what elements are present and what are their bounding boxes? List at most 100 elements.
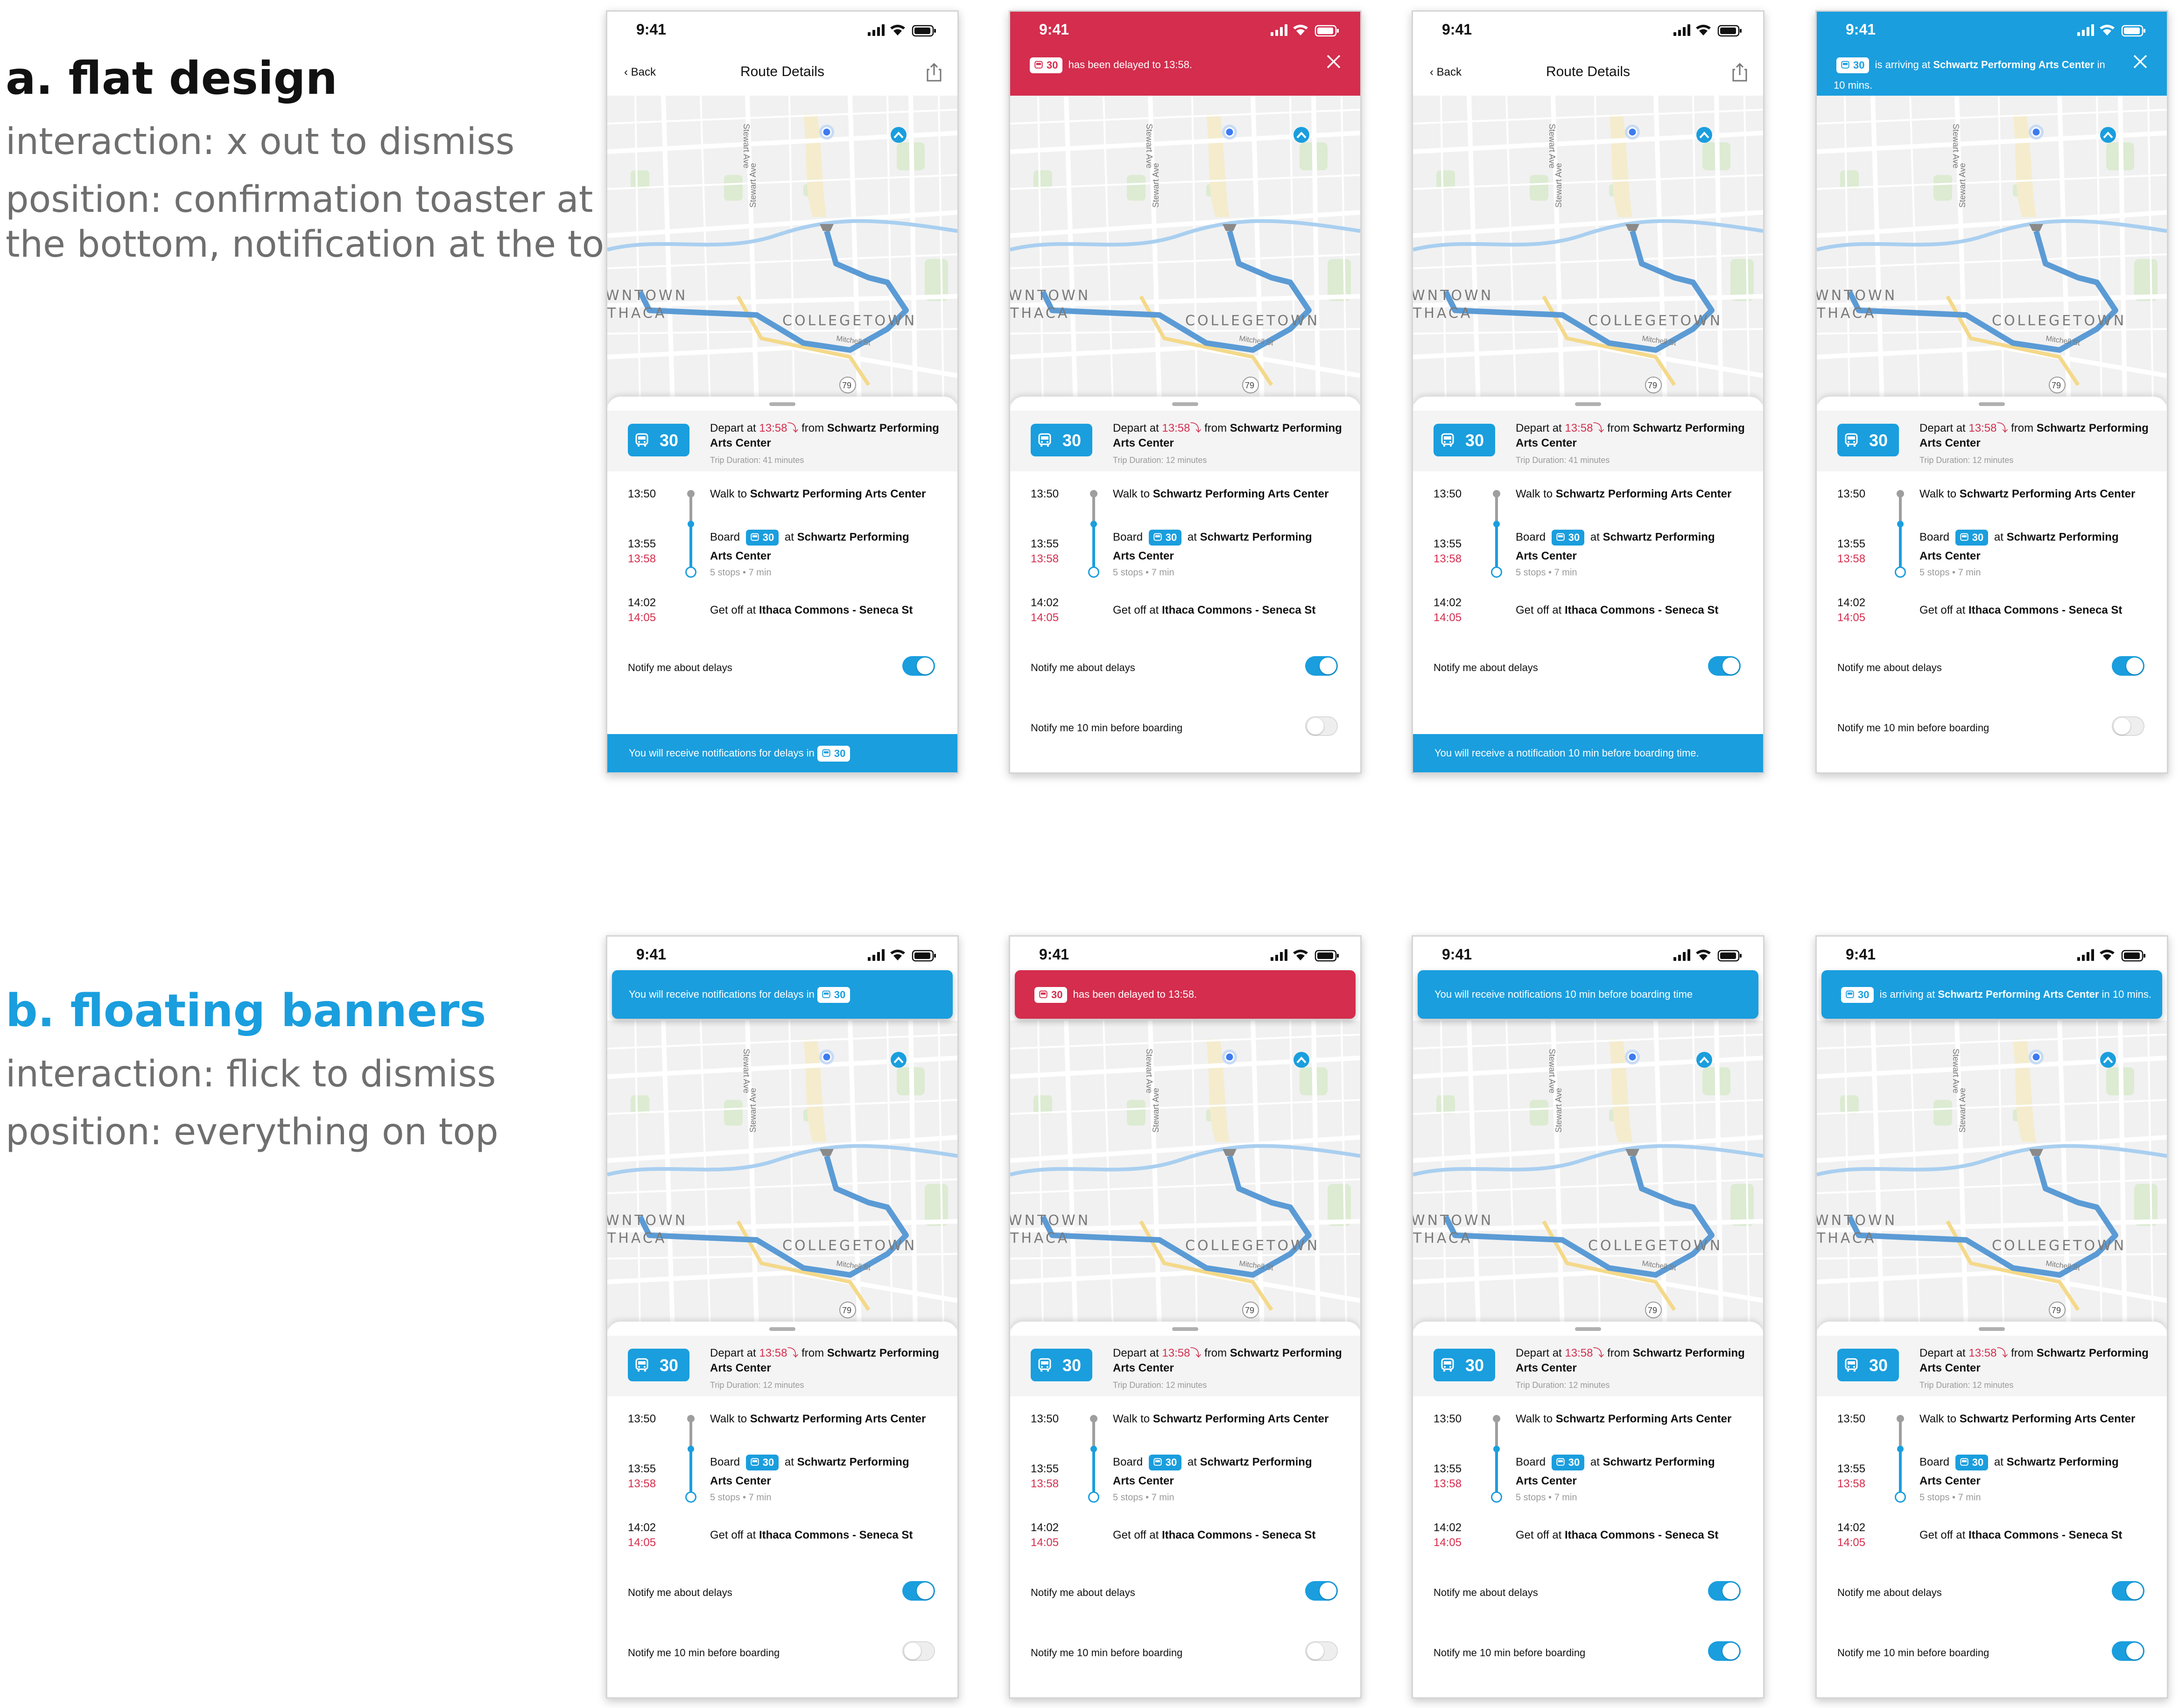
map-view[interactable]: WNTOWN THACA COLLEGETOWN Stewart Ave Ste… [607,1021,957,1329]
notify-delays-toggle[interactable] [2112,1581,2144,1601]
step3-time: 14:02 [1837,596,1866,609]
sheet-grabber[interactable] [1172,1327,1198,1331]
step1-text: Walk to Schwartz Performing Arts Center [1516,488,1732,500]
notify-delays-toggle[interactable] [1708,1581,1741,1601]
bus-line [689,524,692,572]
sheet-grabber[interactable] [1979,1327,2005,1331]
floating-banner-10min[interactable]: You will receive notifications 10 min be… [1418,970,1758,1019]
status-time: 9:41 [1039,21,1069,38]
route-sheet: 30 Depart at 13:58⤵ from Schwartz Perfor… [1413,1322,1763,1697]
notify-delays-toggle[interactable] [1305,1581,1338,1601]
trip-summary: 30 Depart at 13:58⤵ from Schwartz Perfor… [607,1336,957,1396]
trip-summary: 30 Depart at 13:58⤵ from Schwartz Perfor… [1413,411,1763,471]
notify-10min-label: Notify me 10 min before boarding [1031,1647,1183,1659]
map-label-downtown: WNTOWN [607,287,688,304]
depart-info: Depart at 13:58⤵ from Schwartz Performin… [1516,421,1754,451]
map-label-downtown: WNTOWN [1817,287,1897,304]
step3-text: Get off at Ithaca Commons - Seneca St [1516,1529,1719,1541]
step1-time: 13:50 [1837,1413,1866,1425]
step3-time: 14:02 [1031,596,1059,609]
confirmation-toaster[interactable]: You will receive notifications for delay… [607,734,957,772]
bus-icon [635,1358,648,1372]
notify-delays-toggle[interactable] [1305,656,1338,676]
map-label-ithaca: THACA [1817,305,1876,322]
bus-line [1495,1449,1498,1497]
step3-text: Get off at Ithaca Commons - Seneca St [1113,604,1316,616]
depart-time: 13:58 [759,1347,787,1359]
trip-duration: Trip Duration: 41 minutes [710,455,804,465]
step3-time-delayed: 14:05 [1031,611,1059,624]
route-sheet: 30 Depart at 13:58⤵ from Schwartz Perfor… [1010,397,1360,772]
step2-text: Board 30 at Schwartz Performing [1919,1455,2119,1470]
close-icon[interactable] [1326,54,1342,70]
step3-text: Get off at Ithaca Commons - Seneca St [1919,604,2123,616]
notify-10min-toggle[interactable] [1305,716,1338,736]
step1-time: 13:50 [1031,488,1059,500]
bus-pill: 30 [817,746,851,762]
sheet-grabber[interactable] [1172,402,1198,406]
share-icon[interactable] [1731,62,1748,83]
walk-line [1495,494,1498,524]
notify-10min-toggle[interactable] [2112,716,2144,736]
notify-delays-toggle[interactable] [1708,656,1741,676]
floating-banner-delayed[interactable]: 30 has been delayed to 13:58. [1015,970,1356,1019]
sheet-grabber[interactable] [769,1327,795,1331]
map-view[interactable]: WNTOWN THACA COLLEGETOWN Stewart Ave Ste… [1817,96,2167,404]
depart-time: 13:58 [1162,422,1190,434]
map-label-downtown: WNTOWN [607,1212,688,1229]
map-view[interactable]: WNTOWN THACA COLLEGETOWN Stewart Ave Ste… [1010,96,1360,404]
map-route-shield: 79 [842,381,851,390]
step1-time: 13:50 [1031,1413,1059,1425]
sheet-grabber[interactable] [1575,1327,1601,1331]
floating-banner-arriving[interactable]: 30 is arriving at Schwartz Performing Ar… [1821,970,2162,1019]
alight-dot [1088,567,1099,578]
sheet-grabber[interactable] [1575,402,1601,406]
confirmation-toaster[interactable]: You will receive a notification 10 min b… [1413,734,1763,772]
walk-line [1092,494,1095,524]
status-icons [2077,949,2145,962]
bus-number: 30 [1869,1356,1888,1375]
map-label-collegetown: COLLEGETOWN [782,313,917,329]
sheet-grabber[interactable] [769,402,795,406]
map-view[interactable]: WNTOWN THACA COLLEGETOWN Stewart Ave Ste… [1817,1021,2167,1329]
bus-badge: 30 [1837,424,1899,456]
share-icon[interactable] [926,62,942,83]
step2-meta: 5 stops • 7 min [1919,567,1981,578]
close-icon[interactable] [2132,54,2148,70]
nav-header: ‹ Back Route Details [607,49,957,96]
notify-10min-toggle[interactable] [1708,1641,1741,1661]
step1-text: Walk to Schwartz Performing Arts Center [1113,1413,1329,1425]
realtime-icon: ⤵ [787,1347,799,1359]
depart-time: 13:58 [1968,422,1997,434]
notify-delays-toggle[interactable] [2112,656,2144,676]
depart-info: Depart at 13:58⤵ from Schwartz Performin… [1516,1346,1754,1376]
bus-pill: 30 [1836,57,1870,74]
depart-info: Depart at 13:58⤵ from Schwartz Performin… [1113,1346,1351,1376]
status-icons [1673,24,1742,37]
step2-time: 13:55 [1837,1463,1866,1475]
trip-summary: 30 Depart at 13:58⤵ from Schwartz Perfor… [1817,411,2167,471]
depart-prefix: Depart at [710,1347,759,1359]
map-view[interactable]: WNTOWN THACA COLLEGETOWN Stewart Ave Ste… [1413,1021,1763,1329]
step3-time-delayed: 14:05 [1031,1536,1059,1549]
notify-delays-toggle[interactable] [902,1581,935,1601]
map-view[interactable]: WNTOWN THACA COLLEGETOWN Stewart Ave Ste… [607,96,957,404]
notify-10min-label: Notify me 10 min before boarding [628,1647,780,1659]
notify-10min-toggle[interactable] [2112,1641,2144,1661]
depart-info: Depart at 13:58⤵ from Schwartz Performin… [710,1346,948,1376]
notify-delays-toggle[interactable] [902,656,935,676]
step2-time-delayed: 13:58 [1031,1477,1059,1490]
floating-banner-delays[interactable]: You will receive notifications for delay… [612,970,953,1019]
map-label-ithaca: THACA [607,1230,667,1246]
notify-10min-toggle[interactable] [902,1641,935,1661]
sheet-grabber[interactable] [1979,402,2005,406]
step2-time-delayed: 13:58 [1031,553,1059,565]
map-view[interactable]: WNTOWN THACA COLLEGETOWN Stewart Ave Ste… [1413,96,1763,404]
alight-dot [1088,1491,1099,1503]
realtime-icon: ⤵ [1996,1347,2008,1359]
step2-text: Board 30 at Schwartz Performing [710,530,909,546]
map-label-collegetown: COLLEGETOWN [1992,1238,2126,1254]
notify-10min-toggle[interactable] [1305,1641,1338,1661]
status-icons [1271,24,1339,37]
map-view[interactable]: WNTOWN THACA COLLEGETOWN Stewart Ave Ste… [1010,1021,1360,1329]
